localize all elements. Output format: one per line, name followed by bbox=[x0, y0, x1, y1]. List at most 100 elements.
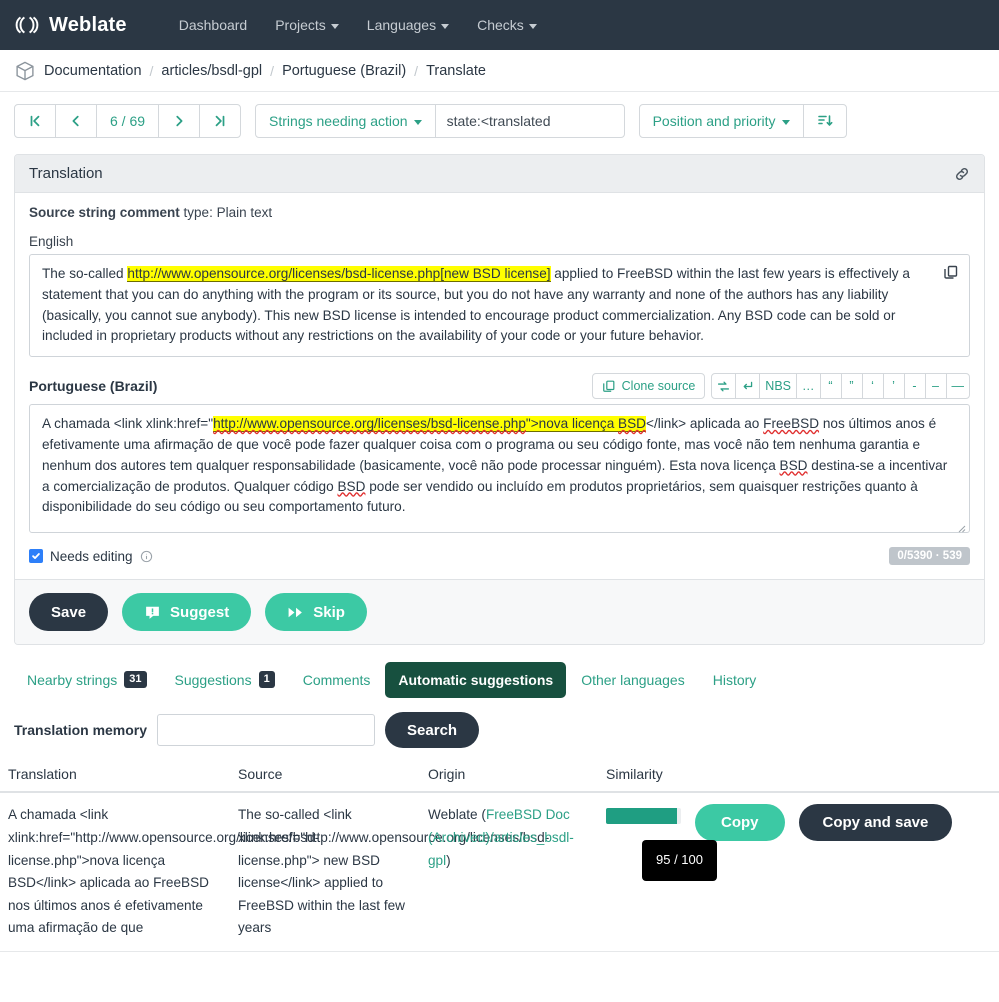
breadcrumb-item-documentation[interactable]: Documentation bbox=[44, 63, 142, 79]
insert-left-single-quote-button[interactable]: ‘ bbox=[862, 373, 884, 399]
suggest-button[interactable]: Suggest bbox=[122, 593, 251, 631]
table-row: A chamada <link xlink:href="http://www.o… bbox=[0, 792, 999, 951]
copy-source-icon[interactable] bbox=[943, 264, 959, 280]
last-string-button[interactable] bbox=[199, 104, 241, 138]
source-language-label: English bbox=[29, 234, 970, 249]
swap-arrows-icon bbox=[717, 380, 730, 393]
special-characters-group: NBS … “ ” ‘ ’ - – — bbox=[711, 373, 970, 399]
column-header-translation: Translation bbox=[0, 766, 230, 792]
copy-and-save-button[interactable]: Copy and save bbox=[799, 804, 953, 841]
insert-nbs-button[interactable]: NBS bbox=[759, 373, 797, 399]
insert-newline-button[interactable] bbox=[735, 373, 760, 399]
tab-other-languages-label: Other languages bbox=[581, 672, 685, 688]
clone-source-button[interactable]: Clone source bbox=[592, 373, 706, 399]
insert-ellipsis-button[interactable]: … bbox=[796, 373, 821, 399]
filter-group: Strings needing action bbox=[255, 104, 625, 138]
permalink-icon[interactable] bbox=[954, 166, 970, 182]
insert-en-dash-button[interactable]: – bbox=[925, 373, 947, 399]
breadcrumb-separator: / bbox=[414, 63, 418, 79]
breadcrumb-separator: / bbox=[270, 63, 274, 79]
source-string-box: The so-called http://www.opensource.org/… bbox=[29, 254, 970, 357]
similarity-progress-bar bbox=[606, 808, 681, 824]
search-button[interactable]: Search bbox=[385, 712, 479, 748]
translation-memory-input[interactable] bbox=[157, 714, 375, 746]
tab-nearby-strings[interactable]: Nearby strings 31 bbox=[14, 661, 160, 698]
string-position-counter: 6 / 69 bbox=[96, 104, 159, 138]
tab-history[interactable]: History bbox=[700, 662, 770, 698]
breadcrumb-item-language[interactable]: Portuguese (Brazil) bbox=[282, 63, 406, 79]
character-counter: 0/5390 · 539 bbox=[889, 547, 970, 565]
needs-editing-checkbox[interactable] bbox=[29, 549, 43, 563]
chevron-down-icon bbox=[331, 24, 339, 29]
sort-descending-icon bbox=[817, 113, 833, 129]
translation-memory-label: Translation memory bbox=[14, 722, 147, 738]
save-button-label: Save bbox=[51, 604, 86, 621]
next-string-button[interactable] bbox=[158, 104, 200, 138]
filter-dropdown[interactable]: Strings needing action bbox=[255, 104, 436, 138]
target-text-freebsd: FreeBSD bbox=[763, 416, 819, 431]
nav-languages[interactable]: Languages bbox=[353, 11, 463, 39]
nav-projects[interactable]: Projects bbox=[261, 11, 353, 39]
sort-group: Position and priority bbox=[639, 104, 847, 138]
first-string-button[interactable] bbox=[14, 104, 56, 138]
chevron-down-icon bbox=[441, 24, 449, 29]
nav-languages-label: Languages bbox=[367, 17, 436, 33]
translation-textarea[interactable]: A chamada <link xlink:href="http://www.o… bbox=[29, 404, 970, 533]
source-text-pre: The so-called bbox=[42, 266, 127, 281]
info-icon[interactable] bbox=[140, 550, 153, 563]
table-header-row: Translation Source Origin Similarity bbox=[0, 766, 999, 792]
resize-handle[interactable] bbox=[956, 519, 966, 529]
tab-suggestions-badge: 1 bbox=[259, 671, 275, 688]
skip-button[interactable]: Skip bbox=[265, 593, 367, 631]
skip-button-label: Skip bbox=[313, 604, 345, 621]
sort-direction-button[interactable] bbox=[803, 104, 847, 138]
nav-checks-label: Checks bbox=[477, 17, 524, 33]
tab-nearby-strings-badge: 31 bbox=[124, 671, 146, 688]
search-query-input[interactable] bbox=[435, 104, 625, 138]
nav-projects-label: Projects bbox=[275, 17, 326, 33]
insert-em-dash-button[interactable]: — bbox=[946, 373, 971, 399]
cell-source: The so-called <link xlink:href="http://w… bbox=[230, 792, 420, 951]
string-pager: 6 / 69 bbox=[14, 104, 241, 138]
cell-translation: A chamada <link xlink:href="http://www.o… bbox=[0, 792, 230, 951]
target-header: Portuguese (Brazil) Clone source bbox=[29, 373, 970, 399]
save-button[interactable]: Save bbox=[29, 593, 108, 631]
cell-origin: Weblate (FreeBSD Doc (Archived)/articles… bbox=[420, 792, 598, 951]
insert-right-double-quote-button[interactable]: ” bbox=[841, 373, 863, 399]
toggle-direction-button[interactable] bbox=[711, 373, 736, 399]
tab-automatic-suggestions[interactable]: Automatic suggestions bbox=[385, 662, 566, 698]
tab-other-languages[interactable]: Other languages bbox=[568, 662, 698, 698]
copy-and-save-button-label: Copy and save bbox=[823, 814, 929, 831]
breadcrumb-item-translate[interactable]: Translate bbox=[426, 63, 486, 79]
needs-editing-label: Needs editing bbox=[50, 549, 133, 564]
tab-comments[interactable]: Comments bbox=[290, 662, 384, 698]
translation-card-body: Source string comment type: Plain text E… bbox=[15, 193, 984, 579]
column-header-similarity: Similarity bbox=[598, 766, 999, 792]
breadcrumb-item-component[interactable]: articles/bsdl-gpl bbox=[161, 63, 262, 79]
tab-nearby-strings-label: Nearby strings bbox=[27, 672, 117, 688]
nav-checks[interactable]: Checks bbox=[463, 11, 551, 39]
previous-string-button[interactable] bbox=[55, 104, 97, 138]
target-language-label: Portuguese (Brazil) bbox=[29, 378, 157, 394]
breadcrumb: Documentation / articles/bsdl-gpl / Port… bbox=[0, 50, 999, 92]
sort-dropdown[interactable]: Position and priority bbox=[639, 104, 804, 138]
similarity-controls: Copy Copy and save 95 / 100 bbox=[606, 804, 991, 841]
insert-hyphen-button[interactable]: - bbox=[904, 373, 926, 399]
copy-button[interactable]: Copy bbox=[695, 804, 785, 841]
translation-actions: Save Suggest Skip bbox=[15, 579, 984, 644]
top-navbar: Weblate Dashboard Projects Languages Che… bbox=[0, 0, 999, 50]
brand[interactable]: Weblate bbox=[14, 12, 127, 38]
tab-suggestions[interactable]: Suggestions 1 bbox=[162, 661, 288, 698]
nav-dashboard-label: Dashboard bbox=[179, 17, 248, 33]
nav-dashboard[interactable]: Dashboard bbox=[165, 11, 262, 39]
source-text-link: http://www.opensource.org/licenses/bsd-l… bbox=[127, 266, 550, 282]
insert-left-double-quote-button[interactable]: “ bbox=[820, 373, 842, 399]
chevron-down-icon bbox=[414, 120, 422, 125]
similarity-progress-fill bbox=[606, 808, 677, 824]
target-text-mid: ">nova licença bbox=[526, 416, 618, 432]
suggest-button-label: Suggest bbox=[170, 604, 229, 621]
navigation-toolbar: 6 / 69 Strings needing action Position a… bbox=[0, 92, 999, 148]
comment-icon bbox=[144, 604, 161, 621]
needs-editing-control: Needs editing bbox=[29, 549, 153, 564]
insert-right-single-quote-button[interactable]: ’ bbox=[883, 373, 905, 399]
